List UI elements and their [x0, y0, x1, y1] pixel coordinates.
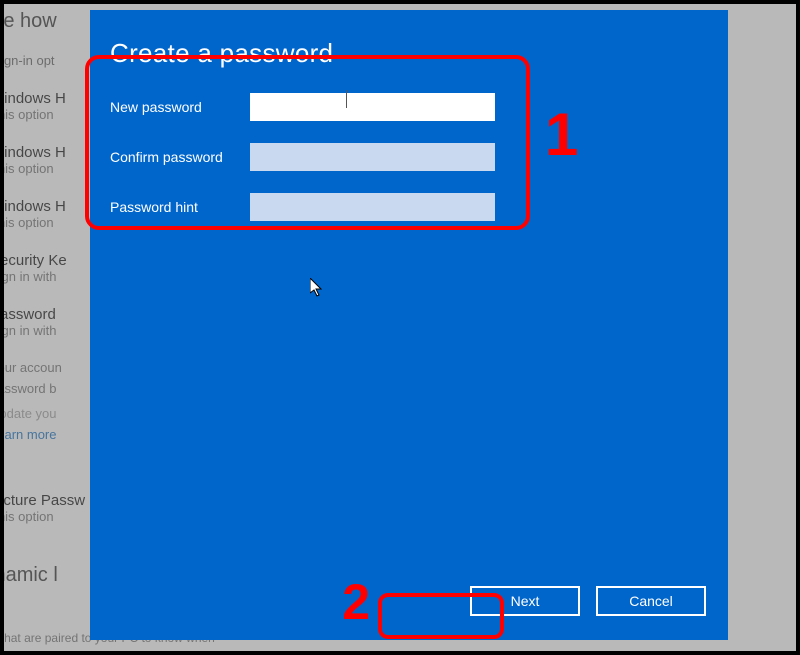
dialog-title: Create a password — [110, 38, 708, 69]
row-confirm-password: Confirm password — [110, 143, 708, 171]
text-cursor-icon — [346, 90, 347, 108]
dialog-buttons: Next Cancel — [470, 586, 706, 616]
cancel-button[interactable]: Cancel — [596, 586, 706, 616]
new-password-input[interactable] — [250, 93, 495, 121]
row-password-hint: Password hint — [110, 193, 708, 221]
annotation-label-2: 2 — [342, 573, 370, 631]
password-hint-label: Password hint — [110, 199, 250, 215]
new-password-label: New password — [110, 99, 250, 115]
row-new-password: New password — [110, 93, 708, 121]
confirm-password-input[interactable] — [250, 143, 495, 171]
next-button[interactable]: Next — [470, 586, 580, 616]
password-hint-input[interactable] — [250, 193, 495, 221]
create-password-dialog: Create a password New password Confirm p… — [90, 10, 728, 640]
confirm-password-label: Confirm password — [110, 149, 250, 165]
annotation-label-1: 1 — [545, 100, 578, 169]
